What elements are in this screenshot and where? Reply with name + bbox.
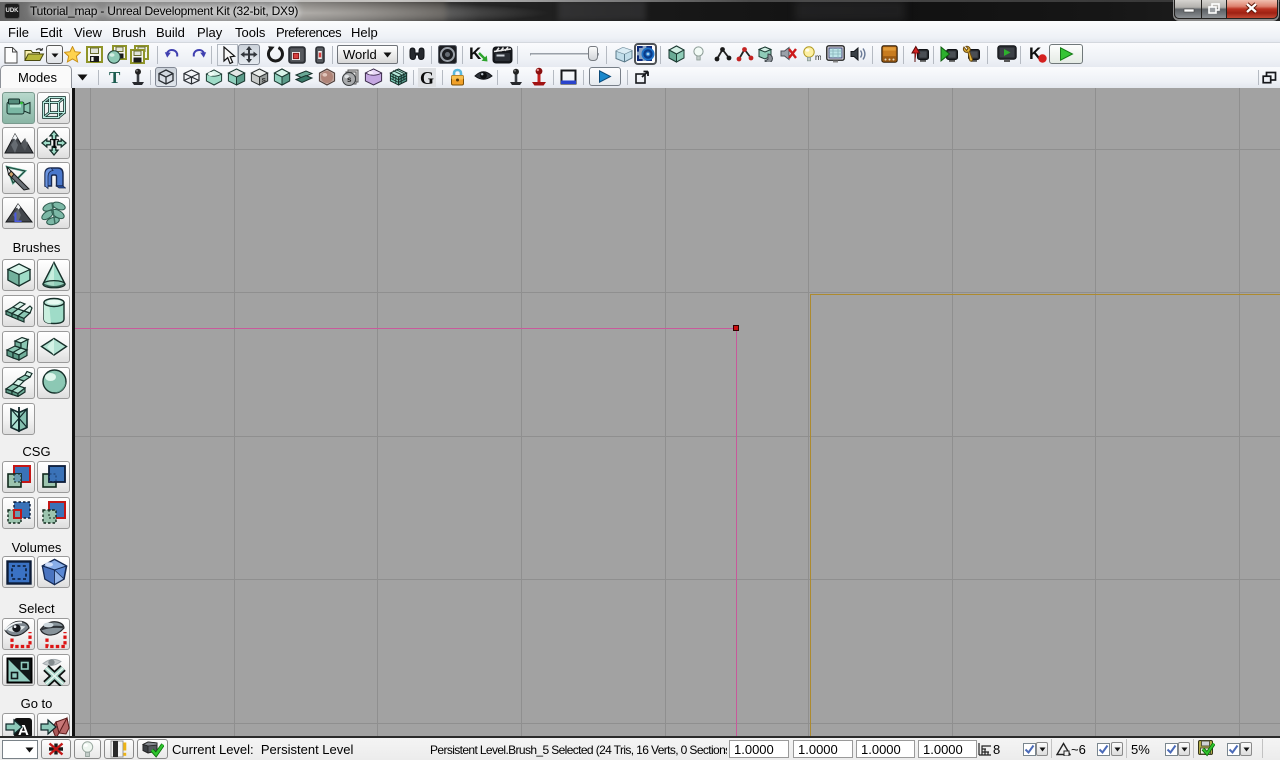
svg-text:L: L: [14, 209, 23, 225]
svg-text:s: s: [347, 75, 352, 84]
svg-text:T: T: [50, 137, 60, 152]
svg-text:s: s: [262, 76, 267, 85]
svg-text:m: m: [815, 53, 821, 62]
